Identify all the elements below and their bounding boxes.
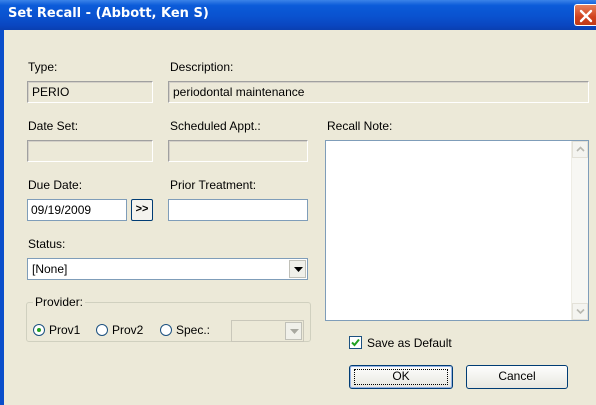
- status-dropdown-arrow[interactable]: [289, 260, 306, 278]
- provider-radio-prov1[interactable]: Prov1: [33, 323, 80, 337]
- radio-label: Prov1: [49, 323, 81, 337]
- status-select[interactable]: [None]: [27, 258, 308, 280]
- due-date-label: Due Date:: [28, 178, 83, 192]
- provider-radio-prov2[interactable]: Prov2: [96, 323, 143, 337]
- status-select-value: [None]: [32, 262, 68, 276]
- due-date-input[interactable]: 09/19/2009: [27, 199, 127, 221]
- status-label: Status:: [28, 237, 66, 251]
- radio-label: Prov2: [112, 323, 144, 337]
- recall-note-textarea[interactable]: [325, 140, 589, 321]
- cancel-button[interactable]: Cancel: [466, 365, 568, 389]
- radio-empty-icon: [160, 324, 172, 336]
- close-button[interactable]: [574, 4, 596, 26]
- scheduled-appt-label: Scheduled Appt.:: [170, 119, 261, 133]
- close-icon: [579, 9, 593, 23]
- cancel-button-label: Cancel: [498, 369, 536, 383]
- date-set-label: Date Set:: [28, 119, 79, 133]
- title-bar: Set Recall - (Abbott, Ken S): [0, 0, 596, 30]
- window-frame-left: [0, 30, 4, 405]
- checkmark-icon: [351, 338, 360, 347]
- type-label: Type:: [28, 60, 58, 74]
- due-date-next-button[interactable]: >>: [131, 199, 153, 221]
- description-field: periodontal maintenance: [168, 81, 589, 103]
- ok-button[interactable]: OK: [349, 365, 453, 389]
- date-set-field: [27, 140, 153, 162]
- radio-empty-icon: [96, 324, 108, 336]
- chevron-down-icon: [576, 308, 585, 314]
- chevron-down-icon: [294, 267, 303, 272]
- prior-treatment-label: Prior Treatment:: [170, 178, 257, 192]
- scroll-up-button[interactable]: [572, 141, 588, 158]
- radio-label: Spec.:: [176, 323, 211, 337]
- save-as-default-label: Save as Default: [367, 336, 452, 350]
- focus-rectangle: [354, 369, 448, 385]
- prior-treatment-input[interactable]: [168, 199, 308, 221]
- type-field: PERIO: [27, 81, 153, 103]
- recall-note-scrollbar[interactable]: [571, 141, 588, 320]
- description-label: Description:: [170, 60, 234, 74]
- checkbox-box: [349, 336, 362, 349]
- spec-dropdown-arrow[interactable]: [285, 322, 302, 340]
- provider-label: Provider:: [33, 295, 86, 309]
- radio-selected-icon: [33, 324, 45, 336]
- scroll-down-button[interactable]: [572, 303, 588, 320]
- window-title: Set Recall - (Abbott, Ken S): [8, 6, 209, 21]
- spec-select[interactable]: [231, 320, 304, 342]
- scheduled-appt-field: [168, 140, 308, 162]
- recall-note-label: Recall Note:: [327, 119, 393, 133]
- save-as-default-checkbox[interactable]: Save as Default: [349, 336, 452, 350]
- chevron-down-icon: [290, 329, 299, 334]
- chevron-up-icon: [576, 146, 585, 152]
- provider-radio-spec[interactable]: Spec.:: [160, 323, 210, 337]
